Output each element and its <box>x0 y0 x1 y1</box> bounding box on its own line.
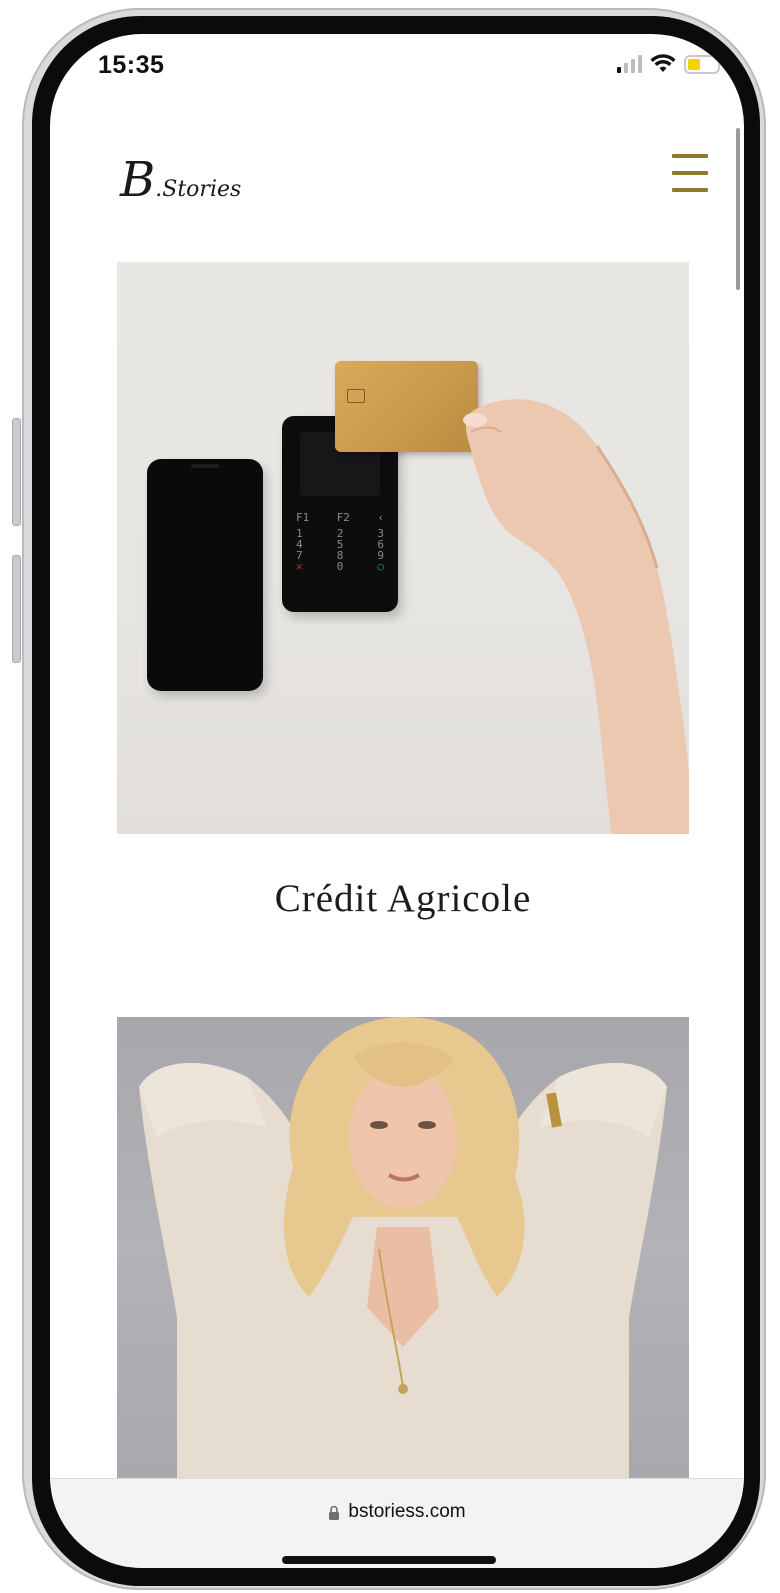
status-icons <box>617 54 720 74</box>
project-title[interactable]: Crédit Agricole <box>117 876 689 921</box>
logo-initial: B <box>120 152 155 208</box>
model-portrait-illustration <box>139 1017 667 1479</box>
smartphone-illustration <box>147 459 263 691</box>
brand-logo[interactable]: B .Stories <box>120 152 241 208</box>
project-image-credit-agricole[interactable]: F1 F2 ‹ 123 456 789 ✕ 0 ○ <box>117 262 689 834</box>
url-display[interactable]: bstoriess.com <box>50 1501 744 1523</box>
hamburger-menu-icon[interactable] <box>672 151 708 195</box>
phone-screen: 15:35 B .Stories F1 F2 ‹ 123 4 5 6 7 8 9… <box>50 34 744 1568</box>
home-indicator[interactable] <box>282 1556 496 1564</box>
lock-icon <box>329 1505 340 1520</box>
battery-icon <box>684 54 720 74</box>
hand-arm-illustration <box>463 399 689 834</box>
url-text: bstoriess.com <box>348 1501 466 1522</box>
logo-wordmark: .Stories <box>155 177 242 202</box>
wifi-icon <box>650 54 676 72</box>
status-time: 15:35 <box>98 51 165 79</box>
volume-down-button <box>12 555 21 663</box>
scroll-indicator <box>736 128 740 290</box>
project-image-portrait[interactable] <box>117 1017 689 1479</box>
volume-up-button <box>12 418 21 526</box>
browser-url-bar[interactable]: bstoriess.com <box>50 1478 744 1568</box>
signal-icon <box>617 55 642 73</box>
